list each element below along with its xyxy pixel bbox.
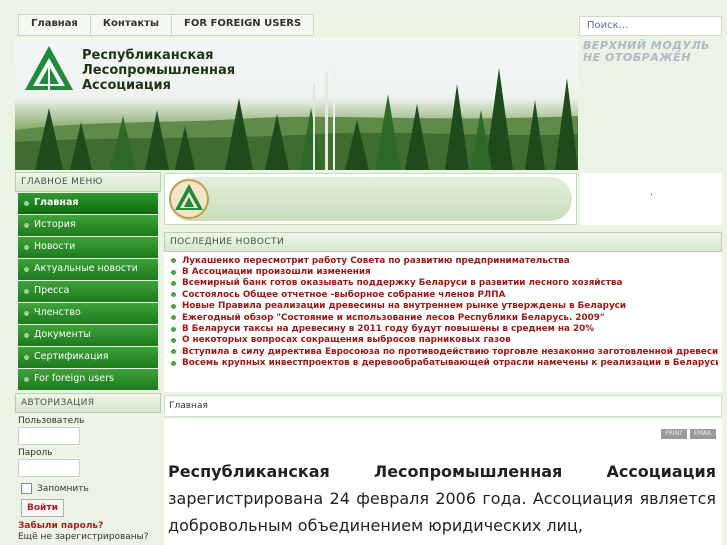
- logo-line-3: Ассоциация: [82, 78, 172, 93]
- news-item-link[interactable]: Состоялось Общее отчетное -выборное собр…: [182, 290, 505, 300]
- remember-me: Запомнить: [21, 483, 161, 494]
- round-logo-icon: [169, 179, 209, 219]
- news-item[interactable]: Состоялось Общее отчетное -выборное собр…: [168, 289, 718, 300]
- main-content: PRINT EMAIL Республиканская Лесопромышле…: [164, 419, 722, 545]
- menu-item-news[interactable]: Новости: [18, 237, 158, 258]
- news-item[interactable]: Ежегодный обзор "Состояние и использован…: [168, 312, 718, 323]
- menu-item-certification[interactable]: Сертификация: [18, 347, 158, 368]
- news-item-link[interactable]: Ежегодный обзор "Состояние и использован…: [182, 313, 604, 323]
- news-item[interactable]: Новые Правила реализации древесины на вн…: [168, 301, 718, 312]
- logo-line-2: Лесопромышленная: [82, 63, 236, 78]
- remember-label: Запомнить: [37, 483, 89, 494]
- article-icons: PRINT EMAIL: [661, 429, 716, 439]
- username-label: Пользователь: [18, 416, 85, 426]
- bullet-icon: [171, 269, 176, 275]
- register-link[interactable]: Ещё не зарегистрированы?: [18, 532, 161, 542]
- news-item-link[interactable]: Новые Правила реализации древесины на вн…: [182, 301, 626, 311]
- password-label: Пароль: [18, 448, 53, 458]
- login-button[interactable]: Войти: [21, 499, 64, 517]
- menu-item-history[interactable]: История: [18, 215, 158, 236]
- search-input[interactable]: Поиск...: [579, 16, 722, 36]
- association-logo-icon: [25, 46, 73, 90]
- email-icon[interactable]: EMAIL: [690, 429, 716, 439]
- forgot-password-link[interactable]: Забыли пароль?: [18, 521, 161, 531]
- article-lead: Республиканская Лесопромышленная Ассоциа…: [168, 458, 716, 539]
- bullet-icon: [171, 337, 176, 343]
- news-item[interactable]: В Ассоциации произошли изменения: [168, 266, 718, 277]
- bullet-icon: [171, 315, 176, 321]
- bullet-icon: [171, 349, 176, 355]
- nav-contacts[interactable]: Контакты: [91, 15, 172, 35]
- news-item-link[interactable]: Лукашенко пересмотрит работу Совета по р…: [182, 256, 570, 266]
- bullet-icon: [171, 292, 176, 298]
- latest-news-panel: ПОСЛЕДНИЕ НОВОСТИ Лукашенко пересмотрит …: [164, 232, 722, 392]
- bullet-icon: [171, 326, 176, 332]
- login-title: АВТОРИЗАЦИЯ: [15, 393, 161, 413]
- news-item-link[interactable]: В Ассоциации произошли изменения: [182, 267, 371, 277]
- bullet-icon: [171, 360, 176, 366]
- menu-item-foreign-users[interactable]: For foreign users: [18, 369, 158, 390]
- latest-news-list: Лукашенко пересмотрит работу Совета по р…: [164, 252, 722, 369]
- news-item[interactable]: Всемирный банк готов оказывать поддержку…: [168, 278, 718, 289]
- nav-home[interactable]: Главная: [19, 15, 91, 35]
- news-item-link[interactable]: В Беларуси таксы на древесину в 2011 год…: [182, 324, 594, 334]
- news-item-link[interactable]: Восемь крупных инвестпроектов в деревооб…: [182, 358, 718, 368]
- logo-line-1: Республиканская: [82, 48, 214, 63]
- menu-item-membership[interactable]: Членство: [18, 303, 158, 324]
- print-icon[interactable]: PRINT: [661, 429, 687, 439]
- association-logo-text: Республиканская Лесопромышленная Ассоциа…: [82, 48, 235, 93]
- bullet-icon: [171, 280, 176, 286]
- menu-item-home[interactable]: Главная: [18, 193, 158, 214]
- top-module-message: ВЕРХНИЙ МОДУЛЬ НЕ ОТОБРАЖЁН: [583, 39, 710, 64]
- breadcrumb: Главная: [164, 395, 722, 417]
- news-item-link[interactable]: Всемирный банк готов оказывать поддержку…: [182, 278, 622, 288]
- menu-item-actual-news[interactable]: Актуальные новости: [18, 259, 158, 280]
- header-banner: Республиканская Лесопромышленная Ассоциа…: [15, 38, 578, 170]
- remember-checkbox[interactable]: [21, 483, 32, 494]
- sidebar: ГЛАВНОЕ МЕНЮ Главная История Новости Акт…: [15, 172, 161, 542]
- menu-item-documents[interactable]: Документы: [18, 325, 158, 346]
- password-input[interactable]: [18, 459, 80, 477]
- news-item-link[interactable]: О некоторых вопросах сокращения выбросов…: [182, 335, 511, 345]
- logo-bar-pill: [169, 177, 572, 221]
- main-menu-title: ГЛАВНОЕ МЕНЮ: [15, 172, 161, 192]
- news-item[interactable]: О некоторых вопросах сокращения выбросов…: [168, 335, 718, 346]
- top-navigation: Главная Контакты FOR FOREIGN USERS: [18, 14, 315, 36]
- news-item[interactable]: В Беларуси таксы на древесину в 2011 год…: [168, 323, 718, 334]
- bullet-icon: [171, 258, 176, 264]
- news-item[interactable]: Лукашенко пересмотрит работу Совета по р…: [168, 255, 718, 266]
- login-panel: АВТОРИЗАЦИЯ Пользователь Пароль Запомнит…: [15, 393, 161, 542]
- side-module: .: [580, 173, 722, 225]
- news-item[interactable]: Восемь крупных инвестпроектов в деревооб…: [168, 358, 718, 369]
- news-item-link[interactable]: Вступила в силу директива Евросоюза по п…: [182, 347, 718, 357]
- username-input[interactable]: [18, 427, 80, 445]
- menu-item-press[interactable]: Пресса: [18, 281, 158, 302]
- logo-bar: [164, 173, 577, 225]
- article-title: Республиканская Лесопромышленная Ассоциа…: [168, 462, 716, 481]
- article-body: зарегистрирована 24 февраля 2006 года. А…: [168, 489, 716, 535]
- top-module-placeholder: ВЕРХНИЙ МОДУЛЬ НЕ ОТОБРАЖЁН: [583, 40, 723, 170]
- bullet-icon: [171, 303, 176, 309]
- news-item[interactable]: Вступила в силу директива Евросоюза по п…: [168, 346, 718, 357]
- latest-news-title: ПОСЛЕДНИЕ НОВОСТИ: [164, 232, 722, 252]
- side-module-dot: .: [650, 188, 653, 198]
- nav-foreign-users[interactable]: FOR FOREIGN USERS: [172, 15, 313, 35]
